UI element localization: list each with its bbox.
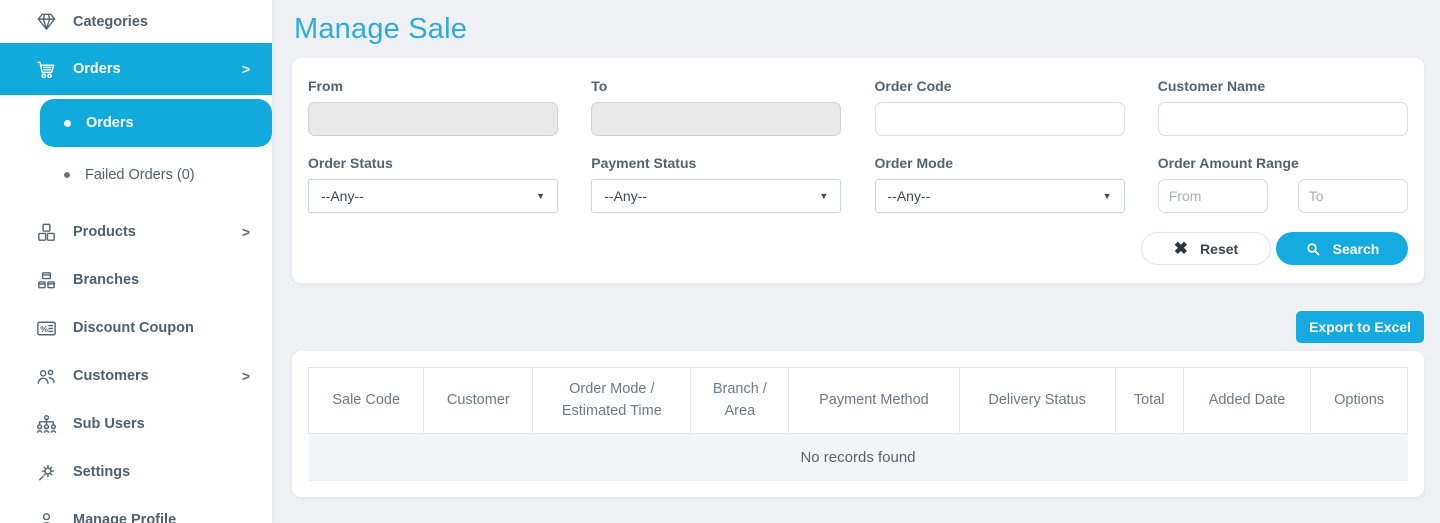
sidebar-subitem-orders[interactable]: Orders xyxy=(40,99,272,147)
caret-down-icon: ▼ xyxy=(819,191,829,201)
filter-row-2: Order Status --Any-- ▼ Payment Status --… xyxy=(308,155,1408,213)
order-mode-selected-value: --Any-- xyxy=(887,188,931,204)
sidebar-item-branches[interactable]: Branches xyxy=(0,256,272,304)
amount-from-input[interactable] xyxy=(1157,179,1268,213)
sidebar-item-label: Discount Coupon xyxy=(73,320,194,336)
table-header-row: Sale Code Customer Order Mode / Estimate… xyxy=(307,367,1408,434)
sidebar-item-settings[interactable]: Settings xyxy=(0,448,272,496)
amount-to-input[interactable] xyxy=(1297,179,1408,213)
order-code-input[interactable] xyxy=(874,102,1125,136)
app-root: Categories Orders > Orders Failed Orders… xyxy=(0,0,1440,523)
sidebar-subitem-label: Failed Orders (0) xyxy=(85,167,195,183)
sales-table: Sale Code Customer Order Mode / Estimate… xyxy=(307,367,1408,481)
person-icon xyxy=(34,508,58,523)
column-header-payment-method: Payment Method xyxy=(788,367,960,434)
sidebar-item-label: Branches xyxy=(73,272,140,288)
order-amount-range-label: Order Amount Range xyxy=(1157,155,1299,171)
close-icon: ✖ xyxy=(1173,239,1189,258)
sidebar-item-label: Customers xyxy=(73,368,149,384)
order-amount-range xyxy=(1157,179,1408,213)
main-content: Manage Sale From To Order Code Customer … xyxy=(272,0,1440,523)
column-header-customer: Customer xyxy=(423,367,534,434)
to-date-input[interactable] xyxy=(591,102,842,136)
order-code-label: Order Code xyxy=(874,78,952,94)
column-header-total: Total xyxy=(1114,367,1184,434)
sidebar-item-sub-users[interactable]: Sub Users xyxy=(0,400,272,448)
search-icon xyxy=(1305,241,1321,257)
sidebar-subitem-label: Orders xyxy=(86,115,134,131)
sidebar-item-discount-coupon[interactable]: % Discount Coupon xyxy=(0,304,272,352)
empty-state-row: No records found xyxy=(308,433,1408,481)
sidebar: Categories Orders > Orders Failed Orders… xyxy=(0,0,272,523)
customer-name-label: Customer Name xyxy=(1157,78,1266,94)
column-header-delivery-status: Delivery Status xyxy=(958,367,1116,434)
filter-row-1: From To Order Code Customer Name xyxy=(308,78,1408,136)
to-date-label: To xyxy=(591,78,608,94)
cubes-icon xyxy=(34,220,58,244)
order-status-select[interactable]: --Any-- ▼ xyxy=(308,179,558,213)
svg-text:%: % xyxy=(40,323,48,333)
sidebar-item-products[interactable]: Products > xyxy=(0,208,272,256)
filter-actions: ✖ Reset Search xyxy=(308,232,1408,265)
chevron-right-icon: > xyxy=(241,368,250,384)
empty-state-message: No records found xyxy=(308,433,1408,481)
payment-status-label: Payment Status xyxy=(591,155,697,171)
sidebar-subitem-failed-orders[interactable]: Failed Orders (0) xyxy=(40,151,272,199)
hierarchy-icon xyxy=(34,412,58,436)
chevron-right-icon: > xyxy=(241,61,250,77)
caret-down-icon: ▼ xyxy=(1102,191,1112,201)
export-row: Export to Excel xyxy=(292,311,1424,343)
column-header-added-date: Added Date xyxy=(1182,367,1312,434)
reset-button-label: Reset xyxy=(1200,240,1239,257)
column-header-options: Options xyxy=(1310,367,1408,434)
sidebar-item-label: Settings xyxy=(73,464,131,480)
sidebar-item-categories[interactable]: Categories xyxy=(0,0,272,43)
sidebar-item-label: Categories xyxy=(73,13,148,30)
people-icon xyxy=(34,364,58,388)
filter-panel: From To Order Code Customer Name Order S… xyxy=(292,58,1424,283)
customer-name-input[interactable] xyxy=(1157,102,1408,136)
sidebar-item-orders[interactable]: Orders > xyxy=(0,43,272,95)
from-date-input[interactable] xyxy=(308,102,558,136)
sidebar-item-manage-profile[interactable]: Manage Profile xyxy=(0,496,272,523)
page-title: Manage Sale xyxy=(294,13,468,45)
order-status-selected-value: --Any-- xyxy=(321,188,364,204)
store-icon xyxy=(34,268,58,292)
gear-icon xyxy=(34,460,58,484)
sidebar-item-customers[interactable]: Customers > xyxy=(0,352,272,400)
export-to-excel-button[interactable]: Export to Excel xyxy=(1296,311,1424,343)
search-button-label: Search xyxy=(1332,240,1380,257)
order-status-label: Order Status xyxy=(308,155,393,171)
results-table-card: Sale Code Customer Order Mode / Estimate… xyxy=(292,351,1424,497)
gem-icon xyxy=(34,10,58,34)
bullet-icon xyxy=(64,172,70,178)
payment-status-select[interactable]: --Any-- ▼ xyxy=(591,179,842,213)
chevron-right-icon: > xyxy=(241,224,250,240)
order-mode-label: Order Mode xyxy=(874,155,954,171)
sidebar-item-label: Orders xyxy=(73,61,121,77)
sidebar-item-label: Manage Profile xyxy=(73,512,177,523)
from-date-label: From xyxy=(308,78,343,94)
sidebar-item-label: Sub Users xyxy=(73,416,145,432)
search-button[interactable]: Search xyxy=(1276,232,1408,265)
caret-down-icon: ▼ xyxy=(536,191,545,201)
cart-icon xyxy=(34,57,58,81)
column-header-branch-area: Branch / Area xyxy=(690,367,790,434)
bullet-icon xyxy=(64,119,71,127)
column-header-order-mode: Order Mode / Estimated Time xyxy=(532,367,692,434)
coupon-icon: % xyxy=(34,316,58,340)
order-mode-select[interactable]: --Any-- ▼ xyxy=(874,179,1125,213)
payment-status-selected-value: --Any-- xyxy=(604,188,648,204)
reset-button[interactable]: ✖ Reset xyxy=(1141,232,1271,265)
column-header-sale-code: Sale Code xyxy=(307,367,425,434)
sidebar-item-label: Products xyxy=(73,224,136,240)
